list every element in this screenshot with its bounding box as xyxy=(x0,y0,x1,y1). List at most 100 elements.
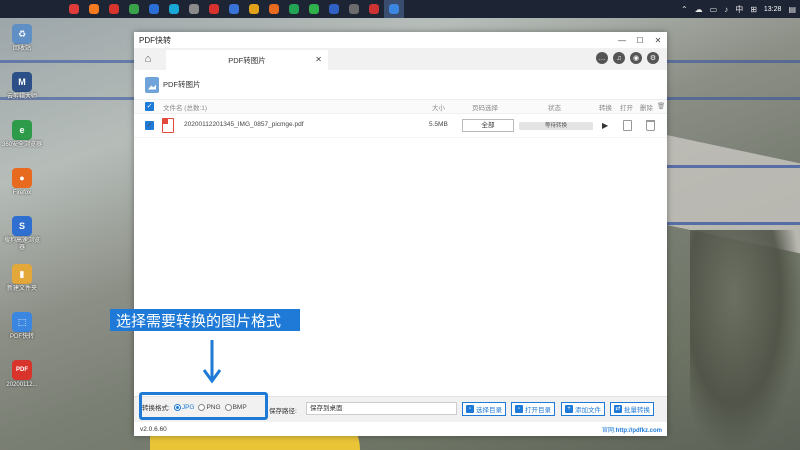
desktop-app-icon: ♻ xyxy=(12,24,32,44)
section-title: PDF转图片 xyxy=(163,80,201,89)
taskbar-apps xyxy=(64,0,404,18)
minimize-button[interactable]: — xyxy=(613,32,631,48)
convert-icon: ⇄ xyxy=(614,405,622,413)
desktop-icon[interactable]: ▮ 新建文件夹 xyxy=(2,260,42,308)
taskbar-app-orange-icon[interactable] xyxy=(84,0,104,18)
taskbar-app-pdfkz-icon[interactable] xyxy=(384,0,404,18)
grid-icon[interactable]: ⊞ xyxy=(750,5,757,14)
tab-close-icon[interactable]: ✕ xyxy=(315,55,322,64)
clock[interactable]: 13:28 xyxy=(764,6,782,13)
desktop-app-icon: ▮ xyxy=(12,264,32,284)
mouse-cursor-icon: ⬉ xyxy=(219,423,226,432)
window-title: PDF快转 xyxy=(139,35,171,45)
row-filename: 20200112201345_IMG_0857_picmge.pdf xyxy=(184,121,304,128)
header-size: 大小 xyxy=(432,105,445,112)
desktop-icons: ♻ 回收站 M 云剪辑大师 e 360安全浏览器 ● Firefox S 搜狗高速浏览器 ▮ 新建文件… xyxy=(2,20,42,404)
header-pages: 页码选择 xyxy=(472,105,498,112)
chat-icon[interactable]: … xyxy=(596,52,608,64)
taskbar-app-firefox-icon[interactable] xyxy=(264,0,284,18)
desktop-icon-label: 搜狗高速浏览器 xyxy=(3,238,40,251)
app-red4-glyph xyxy=(369,4,379,14)
taskbar-app-gray-icon[interactable] xyxy=(184,0,204,18)
user-icon[interactable]: ◉ xyxy=(630,52,642,64)
desktop-app-icon: ● xyxy=(12,168,32,188)
row-checkbox[interactable]: ✓ xyxy=(145,121,154,130)
desktop-icon-label: Firefox xyxy=(12,190,32,196)
taskbar-app-chrome-icon[interactable] xyxy=(244,0,264,18)
open-dir-button[interactable]: ▫ 打开目录 xyxy=(511,402,555,416)
ime-indicator[interactable]: 中 xyxy=(735,4,743,15)
header-convert: 转换 xyxy=(599,105,612,112)
tab-pdf-to-image[interactable]: PDF转图片 ✕ xyxy=(166,50,328,70)
trash-icon[interactable]: 🗑 xyxy=(657,102,665,110)
taskbar-app-blue-icon[interactable] xyxy=(144,0,164,18)
chevron-up-icon[interactable]: ⌃ xyxy=(681,5,688,14)
header-filename: 文件名 (总数:1) xyxy=(163,105,208,112)
taskbar-app-cyan-icon[interactable] xyxy=(164,0,184,18)
delete-icon[interactable] xyxy=(646,120,655,131)
headset-icon[interactable]: ♫ xyxy=(613,52,625,64)
app-gray-glyph xyxy=(189,4,199,14)
desktop-icon[interactable]: ♻ 回收站 xyxy=(2,20,42,68)
desktop-icon[interactable]: S 搜狗高速浏览器 xyxy=(2,212,42,260)
taskbar-app-blue2-icon[interactable] xyxy=(224,0,244,18)
desktop-icon[interactable]: e 360安全浏览器 xyxy=(2,116,42,164)
volume-icon[interactable]: ♪ xyxy=(724,5,728,14)
gear-icon[interactable]: ⚙ xyxy=(647,52,659,64)
choose-dir-button[interactable]: ▫ 选择目录 xyxy=(462,402,506,416)
app-red2-glyph xyxy=(109,4,119,14)
battery-icon[interactable]: ▭ xyxy=(710,5,718,14)
taskbar-app-green2-icon[interactable] xyxy=(284,0,304,18)
taskbar-app-green-icon[interactable] xyxy=(124,0,144,18)
choose-dir-label: 选择目录 xyxy=(476,407,502,414)
batch-convert-button[interactable]: ⇄ 批量转换 xyxy=(610,402,654,416)
taskbar-app-red2-icon[interactable] xyxy=(104,0,124,18)
desktop-app-icon: M xyxy=(12,72,32,92)
website-label: 官网: xyxy=(602,428,616,434)
taskbar-app-gray2-icon[interactable] xyxy=(344,0,364,18)
app-wechat-glyph xyxy=(309,4,319,14)
notification-icon[interactable]: ▤ xyxy=(788,5,796,14)
save-path-input[interactable]: 保存到桌面 xyxy=(306,402,457,415)
app-blue3-glyph xyxy=(329,4,339,14)
open-file-icon[interactable] xyxy=(623,120,632,131)
taskbar-app-red3-icon[interactable] xyxy=(204,0,224,18)
website-link[interactable]: 官网:http://pdfkz.com xyxy=(602,425,662,434)
close-button[interactable]: ✕ xyxy=(649,32,667,48)
app-chrome-glyph xyxy=(249,4,259,14)
maximize-button[interactable]: ☐ xyxy=(631,32,649,48)
taskbar-app-red-icon[interactable] xyxy=(64,0,84,18)
open-folder-icon: ▫ xyxy=(515,405,523,413)
app-firefox-glyph xyxy=(269,4,279,14)
desktop-icon[interactable]: ● Firefox xyxy=(2,164,42,212)
app-gray2-glyph xyxy=(349,4,359,14)
desktop-icon[interactable]: M 云剪辑大师 xyxy=(2,68,42,116)
desktop-icon-label: PDF快转 xyxy=(9,334,34,340)
taskbar-app-red4-icon[interactable] xyxy=(364,0,384,18)
save-path-label: 保存路径: xyxy=(269,408,297,415)
tab-bar: ⌂ PDF转图片 ✕ … ♫ ◉ ⚙ xyxy=(134,48,667,70)
batch-convert-label: 批量转换 xyxy=(624,407,650,414)
desktop-app-icon: e xyxy=(12,120,32,140)
taskbar-app-blue3-icon[interactable] xyxy=(324,0,344,18)
home-icon[interactable]: ⌂ xyxy=(134,48,162,70)
add-file-button[interactable]: + 添加文件 xyxy=(561,402,605,416)
header-status: 状态 xyxy=(548,105,561,112)
format-highlight-box xyxy=(139,392,268,420)
play-icon[interactable]: ▶ xyxy=(602,121,608,130)
network-icon[interactable]: ☁ xyxy=(695,5,703,14)
desktop-app-icon: S xyxy=(12,216,32,236)
desktop-icon[interactable]: PDF 20200112... xyxy=(2,356,42,404)
table-row[interactable]: ✓ 20200112201345_IMG_0857_picmge.pdf 5.5… xyxy=(134,114,667,138)
website-url[interactable]: http://pdfkz.com xyxy=(616,428,662,434)
app-orange-glyph xyxy=(89,4,99,14)
select-all-checkbox[interactable]: ✓ xyxy=(145,102,154,111)
desktop-icon-label: 360安全浏览器 xyxy=(2,142,43,148)
desktop-icon[interactable]: ⬚ PDF快转 xyxy=(2,308,42,356)
page-select[interactable]: 全部 xyxy=(462,119,514,132)
background-railing-right xyxy=(660,165,800,225)
taskbar-app-wechat-icon[interactable] xyxy=(304,0,324,18)
desktop-icon-label: 云剪辑大师 xyxy=(6,94,37,100)
title-bar[interactable]: PDF快转 — ☐ ✕ xyxy=(134,32,667,48)
app-red3-glyph xyxy=(209,4,219,14)
